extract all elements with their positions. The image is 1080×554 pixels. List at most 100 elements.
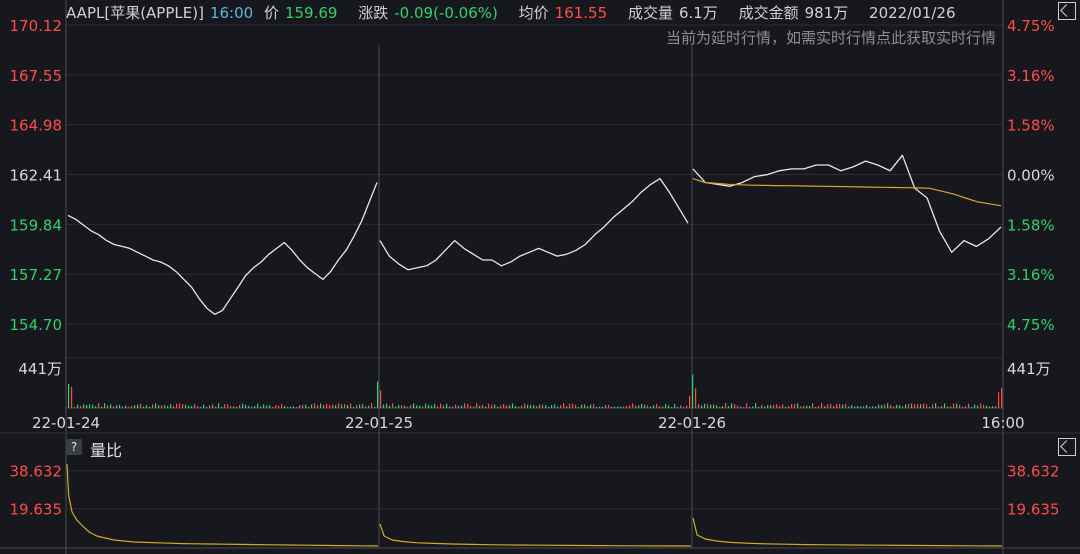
volume-bar [272,406,274,408]
price-series-line [692,154,1002,253]
volume-bar [617,406,619,408]
volume-bar [941,405,943,408]
volume-bar [236,406,238,408]
volume-bar [254,406,256,408]
volume-bar [620,406,622,408]
volume-bar [512,403,514,408]
volume-bar [407,406,409,408]
volume-bar [845,403,847,408]
volume-bar [464,403,466,408]
volume-bar [992,406,994,408]
volume-bar [683,406,685,408]
volume-bar [260,406,262,408]
volume-bar [335,405,337,408]
volume-bar [935,403,937,408]
volume-bar [701,405,703,408]
volume-bar [398,405,400,408]
volume-bar [422,406,424,408]
volume-bar [902,406,904,408]
volume-bar [134,405,136,408]
volume-bar [611,406,613,408]
volume-bar [365,406,367,408]
volume-bar [425,403,427,408]
volume-bar [752,406,754,408]
help-icon[interactable]: ? [66,439,82,455]
volume-bar [491,404,493,408]
volume-bar [194,404,196,408]
volume-bar [962,406,964,408]
volume-bar [980,403,982,408]
volume-bar [737,405,739,408]
volume-bar [740,406,742,408]
volume-bar [386,403,388,408]
volume-bar [866,405,868,408]
volume-bar [746,403,748,408]
volume-bar [629,405,631,408]
volume-bar [887,403,889,408]
volume-bar [164,405,166,408]
volume-bar [323,405,325,408]
volume-bar [419,405,421,408]
volume-bar [557,406,559,408]
volume-bar [581,404,583,408]
volume-bar [599,406,601,408]
volume-bar [503,403,505,408]
volume-bar [401,405,403,408]
expand-sub-icon[interactable] [1058,438,1076,456]
volume-bar [218,403,220,408]
volume-bar [938,406,940,408]
volume-bar [929,406,931,408]
volume-bar [716,405,718,408]
volume-bar [107,405,109,408]
volume-bar [347,404,349,408]
volume-bar [917,403,919,408]
volume-bar [695,388,697,408]
volume-bar [788,405,790,408]
volume-bar [350,403,352,408]
volume-bar [956,403,958,408]
x-tick-label: 22-01-25 [345,414,413,432]
volume-bar [359,404,361,408]
volume-ratio-line [379,523,692,547]
average-price-line [692,178,1002,207]
y-tick-left: 167.55 [10,67,63,85]
volume-bar [206,406,208,408]
volume-bar [650,406,652,408]
volume-bar [893,406,895,408]
volume-bar [818,405,820,408]
volume-bar [242,403,244,408]
volume-bar [74,406,76,408]
volume-bar [833,405,835,408]
volume-bar [806,405,808,408]
volume-bar [713,404,715,408]
volume-bar [353,406,355,408]
volume-ratio-line [66,463,379,547]
volume-bar [710,404,712,408]
volume-bar [647,405,649,408]
volume-bar [233,406,235,408]
volume-bar [677,406,679,408]
sub-y-tick-right: 38.632 [1007,463,1060,481]
volume-bar [317,405,319,408]
volume-bar [668,405,670,408]
volume-bar [719,406,721,408]
volume-bar [947,406,949,408]
volume-bar [314,403,316,408]
volume-bar [932,404,934,408]
volume-bar [302,404,304,408]
volume-bar [890,404,892,408]
volume-bar [185,404,187,408]
volume-bar [1001,387,1003,408]
volume-bar [173,405,175,408]
sub-y-tick-left: 19.635 [10,501,63,519]
volume-ratio-title: 量比 [90,441,123,460]
y-tick-right: 1.58% [1007,117,1055,135]
volume-bar [749,406,751,408]
volume-bar [560,405,562,408]
volume-bar [383,404,385,408]
sub-y-tick-left: 38.632 [10,463,63,481]
volume-bar [905,404,907,408]
volume-bar [674,404,676,408]
volume-bar [821,403,823,408]
volume-bar [179,403,181,408]
